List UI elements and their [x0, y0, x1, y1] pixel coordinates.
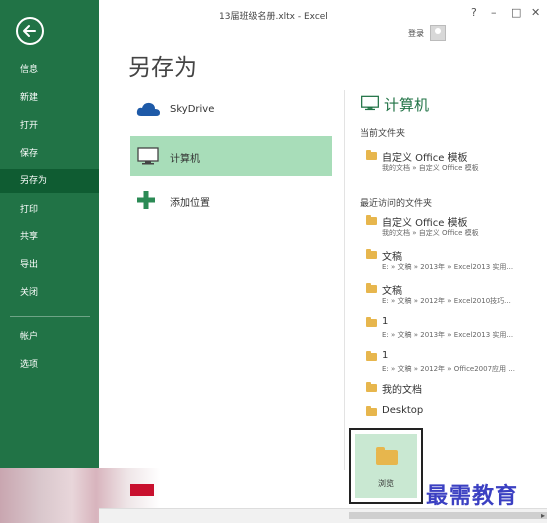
location-label: 添加位置 [170, 198, 210, 209]
maximize-button[interactable]: □ [511, 6, 521, 19]
nav-divider [10, 316, 90, 317]
recent-folder-item[interactable]: Desktop [366, 405, 541, 425]
folder-path: E: » 文稿 » 2012年 » Excel2010技巧... [382, 297, 511, 305]
nav-item-print[interactable]: 打印 [0, 198, 99, 222]
folder-path: E: » 文稿 » 2013年 » Excel2013 实用... [382, 331, 514, 339]
current-folder-item[interactable]: 自定义 Office 模板 我的文档 » 自定义 Office 模板 [366, 150, 541, 179]
folder-name: 1 [382, 316, 389, 327]
browse-button-face: 浏览 [355, 434, 417, 498]
recent-folder-item[interactable]: 文稿 E: » 文稿 » 2012年 » Excel2010技巧... [366, 283, 541, 312]
watermark: 最需教育 [426, 483, 519, 509]
recent-folder-item[interactable]: 我的文档 [366, 382, 541, 401]
backstage-nav: 信息 新建 打开 保存 另存为 打印 共享 导出 关闭 帐户 选项 [0, 0, 99, 470]
plus-icon [136, 190, 156, 214]
scrollbar-thumb[interactable] [349, 512, 547, 519]
recent-folder-item[interactable]: 1 E: » 文稿 » 2012年 » Office2007应用 ... [366, 350, 541, 380]
nav-item-share[interactable]: 共享 [0, 225, 99, 249]
close-button[interactable]: ✕ [531, 6, 540, 19]
column-divider [344, 90, 345, 470]
folder-icon [366, 382, 377, 392]
nav-item-close[interactable]: 关闭 [0, 281, 99, 305]
folder-name: 我的文档 [382, 385, 422, 396]
recent-folder-item[interactable]: 自定义 Office 模板 我的文档 » 自定义 Office 模板 [366, 215, 541, 244]
horizontal-scrollbar[interactable]: ▸ [99, 508, 547, 523]
cloud-icon [136, 100, 162, 122]
location-add-place[interactable]: 添加位置 [130, 180, 332, 220]
scroll-right-icon[interactable]: ▸ [541, 511, 545, 520]
folder-path: 我的文档 » 自定义 Office 模板 [382, 164, 479, 172]
recent-folder-item[interactable]: 文稿 E: » 文稿 » 2013年 » Excel2013 实用... [366, 249, 541, 278]
folder-icon [366, 150, 377, 160]
nav-item-save-as[interactable]: 另存为 [0, 169, 99, 193]
section-title: 计算机 [384, 96, 430, 114]
folder-name: 1 [382, 350, 389, 361]
location-label: 计算机 [170, 154, 200, 165]
avatar[interactable] [430, 25, 446, 41]
folder-name: 文稿 [382, 252, 402, 263]
nav-item-export[interactable]: 导出 [0, 253, 99, 277]
folder-icon [366, 317, 377, 327]
nav-item-info[interactable]: 信息 [0, 58, 99, 82]
location-computer[interactable]: 计算机 [130, 136, 332, 176]
page-title: 另存为 [128, 55, 197, 81]
window-title: 13届班级名册.xltx - Excel [219, 12, 328, 22]
folder-name: 自定义 Office 模板 [382, 218, 468, 229]
open-folder-icon [376, 447, 398, 465]
location-label: SkyDrive [170, 104, 215, 115]
help-button[interactable]: ? [471, 6, 477, 19]
folder-path: E: » 文稿 » 2013年 » Excel2013 实用... [382, 263, 514, 271]
computer-icon [360, 94, 380, 116]
nav-item-new[interactable]: 新建 [0, 86, 99, 110]
title-bar: 13届班级名册.xltx - Excel ? – □ ✕ [99, 0, 547, 28]
browse-label: 浏览 [378, 479, 394, 488]
computer-icon [136, 146, 160, 170]
nav-item-account[interactable]: 帐户 [0, 325, 99, 349]
folder-icon [366, 215, 377, 225]
blurred-region-red [130, 484, 154, 496]
folder-path: 我的文档 » 自定义 Office 模板 [382, 229, 479, 237]
nav-item-options[interactable]: 选项 [0, 353, 99, 377]
folder-icon [366, 283, 377, 293]
minimize-button[interactable]: – [491, 6, 497, 19]
folder-icon [366, 406, 377, 416]
arrow-left-icon [23, 25, 36, 37]
folder-name: 文稿 [382, 286, 402, 297]
current-folder-heading: 当前文件夹 [360, 129, 406, 139]
folder-path: E: » 文稿 » 2012年 » Office2007应用 ... [382, 365, 515, 373]
signin-link[interactable]: 登录 [408, 28, 424, 39]
folder-name: Desktop [382, 405, 424, 416]
back-button[interactable] [16, 17, 44, 45]
nav-item-save[interactable]: 保存 [0, 142, 99, 166]
recent-folder-item[interactable]: 1 E: » 文稿 » 2013年 » Excel2013 实用... [366, 316, 541, 346]
recent-folders-heading: 最近访问的文件夹 [360, 199, 433, 209]
location-skydrive[interactable]: SkyDrive [130, 90, 332, 130]
nav-item-open[interactable]: 打开 [0, 114, 99, 138]
folder-icon [366, 351, 377, 361]
browse-button[interactable]: 浏览 [349, 428, 423, 504]
folder-icon [366, 249, 377, 259]
folder-name: 自定义 Office 模板 [382, 153, 468, 164]
